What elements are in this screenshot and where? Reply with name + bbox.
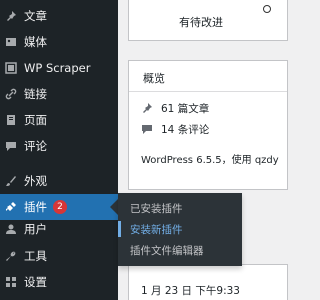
page-icon	[4, 113, 18, 127]
link-icon	[4, 87, 18, 101]
sidebar-item-posts[interactable]: 文章	[0, 3, 118, 29]
posts-count[interactable]: 61 篇文章	[141, 101, 209, 115]
sidebar-item-label: 设置	[24, 275, 47, 289]
sidebar-item-label: 评论	[24, 139, 47, 153]
media-icon	[4, 35, 18, 49]
update-count-badge: 2	[53, 200, 67, 214]
sidebar-item-settings[interactable]: 设置	[0, 269, 118, 295]
comment-icon	[141, 123, 153, 135]
wrench-icon	[4, 249, 18, 263]
sidebar-item-label: WP Scraper	[24, 61, 91, 75]
sidebar-item-tools[interactable]: 工具	[0, 243, 118, 269]
user-icon	[4, 222, 18, 236]
overview-card: 概览 61 篇文章 14 条评论 WordPress 6.5.5，使用 qzdy	[128, 60, 288, 190]
submenu-installed-plugins[interactable]: 已安装插件	[118, 198, 242, 218]
activity-card: 1 月 23 日 下午9:33	[128, 264, 288, 300]
sidebar-item-wp-scraper[interactable]: WP Scraper	[0, 55, 118, 81]
admin-sidebar: 文章 媒体 WP Scraper 链接 页面 评论 外观 插件 2 用户 工具 …	[0, 0, 118, 300]
submenu-plugin-file-editor[interactable]: 插件文件编辑器	[118, 240, 242, 260]
sidebar-item-media[interactable]: 媒体	[0, 29, 118, 55]
sidebar-item-label: 媒体	[24, 35, 47, 49]
brush-icon	[4, 174, 18, 188]
submenu-pointer	[110, 199, 118, 215]
plugins-submenu: 已安装插件 安装新插件 插件文件编辑器	[118, 193, 242, 266]
submenu-add-new-plugin[interactable]: 安装新插件	[118, 219, 242, 239]
comments-count-label: 14 条评论	[161, 123, 210, 136]
sidebar-item-label: 文章	[24, 9, 47, 23]
comment-icon	[4, 139, 18, 153]
sidebar-item-pages[interactable]: 页面	[0, 107, 118, 133]
sidebar-item-label: 工具	[24, 249, 47, 263]
overview-title: 概览	[143, 72, 165, 85]
comments-count[interactable]: 14 条评论	[141, 122, 209, 136]
sidebar-item-comments[interactable]: 评论	[0, 133, 118, 159]
pin-icon	[4, 9, 18, 23]
sidebar-item-label: 链接	[24, 87, 47, 101]
activity-date: 1 月 23 日 下午9:33	[141, 285, 240, 297]
sidebar-item-users[interactable]: 用户	[0, 216, 118, 242]
wordpress-version: WordPress 6.5.5，使用 qzdy	[141, 155, 279, 166]
pin-icon	[141, 102, 153, 114]
sidebar-item-label: 插件	[24, 200, 47, 214]
scraper-icon	[4, 61, 18, 75]
site-health-status: 有待改进	[179, 16, 223, 29]
site-health-card: 有待改进	[128, 0, 288, 41]
plugin-icon	[4, 200, 18, 214]
sidebar-item-appearance[interactable]: 外观	[0, 168, 118, 194]
sidebar-item-label: 外观	[24, 174, 47, 188]
settings-icon	[4, 275, 18, 289]
posts-count-label: 61 篇文章	[161, 102, 210, 115]
sidebar-item-links[interactable]: 链接	[0, 81, 118, 107]
status-indicator	[263, 5, 271, 13]
sidebar-item-label: 页面	[24, 113, 47, 127]
sidebar-item-label: 用户	[24, 222, 47, 236]
divider	[129, 91, 287, 92]
